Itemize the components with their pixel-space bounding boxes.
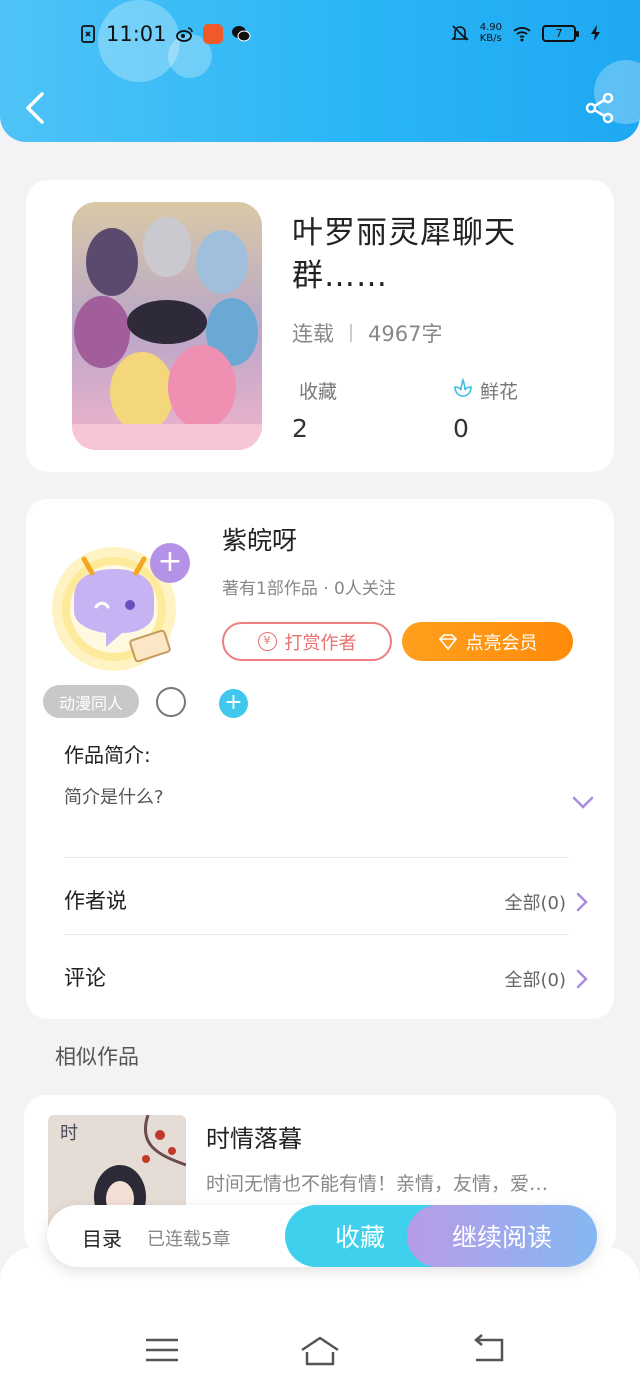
divider <box>64 934 569 935</box>
weibo-icon <box>175 27 193 42</box>
book-title: 叶罗丽灵犀聊天群…… <box>292 215 516 294</box>
diamond-icon <box>438 633 457 650</box>
chevron-right-icon <box>576 892 588 912</box>
system-nav-bar <box>0 1247 640 1387</box>
battery-icon: 7 <box>542 24 579 42</box>
menu-icon[interactable] <box>140 1332 184 1368</box>
flower-label: 鲜花 <box>480 381 519 403</box>
top-header: 11:01 4.90 KB/s 7 <box>0 0 640 142</box>
meta-divider <box>350 324 352 342</box>
wechat-icon <box>231 26 251 42</box>
app-badge-icon <box>202 24 223 44</box>
author-info: 著有1部作品 · 0人关注 <box>222 579 396 599</box>
yen-icon: ¥ <box>257 632 277 651</box>
share-button[interactable] <box>584 92 616 124</box>
tag-select-circle[interactable] <box>156 687 186 717</box>
author-card: + 紫皖呀 著有1部作品 · 0人关注 ¥ 打赏作者 点亮会员 动漫同人 + 作… <box>26 499 614 1019</box>
cover-illustration <box>72 202 262 450</box>
chevron-right-icon <box>576 969 588 989</box>
continue-reading-button[interactable]: 继续阅读 <box>407 1205 597 1267</box>
book-cover[interactable] <box>72 202 262 450</box>
vip-button[interactable]: 点亮会员 <box>402 622 573 661</box>
status-time: 11:01 <box>106 22 167 46</box>
intro-title: 作品简介: <box>64 743 151 767</box>
home-icon[interactable] <box>298 1332 342 1368</box>
author-says-all: 全部(0) <box>504 893 567 914</box>
bottom-action-bar: 目录 已连载5章 收藏 继续阅读 <box>47 1205 597 1267</box>
flower-icon <box>454 377 472 397</box>
wifi-icon <box>513 27 531 42</box>
book-word-count: 4967字 <box>368 322 443 346</box>
status-bar: 11:01 4.90 KB/s 7 <box>0 20 640 54</box>
mute-icon <box>450 25 469 41</box>
reward-author-button[interactable]: ¥ 打赏作者 <box>222 622 392 661</box>
chevron-down-icon[interactable] <box>571 795 595 811</box>
back-button[interactable] <box>20 88 50 128</box>
genre-tag[interactable]: 动漫同人 <box>43 685 139 718</box>
battery-level: 7 <box>555 26 563 40</box>
back-icon[interactable] <box>466 1332 510 1368</box>
comments-label: 评论 <box>64 966 106 990</box>
flower-count: 0 <box>453 414 469 443</box>
collect-label: 收藏 <box>299 381 338 403</box>
divider <box>64 857 569 858</box>
vip-label: 点亮会员 <box>465 632 538 654</box>
comments-all: 全部(0) <box>504 970 567 991</box>
similar-section-title: 相似作品 <box>55 1045 139 1069</box>
reward-author-label: 打赏作者 <box>284 632 357 654</box>
author-says-label: 作者说 <box>64 889 127 913</box>
similar-book-title: 时情落暮 <box>206 1125 302 1153</box>
sim-icon <box>81 25 95 43</box>
charging-icon <box>591 25 600 41</box>
author-says-link[interactable]: 全部(0) <box>505 889 589 915</box>
collect-count: 2 <box>292 414 308 443</box>
add-avatar-icon[interactable]: + <box>150 543 190 583</box>
chapter-count: 已连载5章 <box>147 1229 231 1250</box>
similar-book-desc: 时间无情也不能有情！亲情，友情，爱… <box>206 1173 549 1195</box>
avatar[interactable]: + <box>44 537 194 677</box>
author-name: 紫皖呀 <box>222 526 298 555</box>
net-speed-unit: KB/s <box>479 33 502 44</box>
collect-button-label: 收藏 <box>334 1223 385 1252</box>
net-speed: 4.90 KB/s <box>480 22 502 44</box>
catalog-button[interactable]: 目录 <box>82 1223 122 1252</box>
book-status: 连载 <box>292 322 334 346</box>
continue-reading-label: 继续阅读 <box>451 1223 552 1252</box>
comments-link[interactable]: 全部(0) <box>505 966 589 992</box>
add-tag-button[interactable]: + <box>219 689 248 718</box>
intro-text: 简介是什么? <box>64 787 164 808</box>
book-meta: 连载 4967字 <box>292 318 442 348</box>
book-info-card: 叶罗丽灵犀聊天群…… 连载 4967字 收藏 2 鲜花 0 <box>26 180 614 472</box>
net-speed-value: 4.90 <box>479 22 502 33</box>
similar-cover-text: 时 <box>60 1123 78 1144</box>
